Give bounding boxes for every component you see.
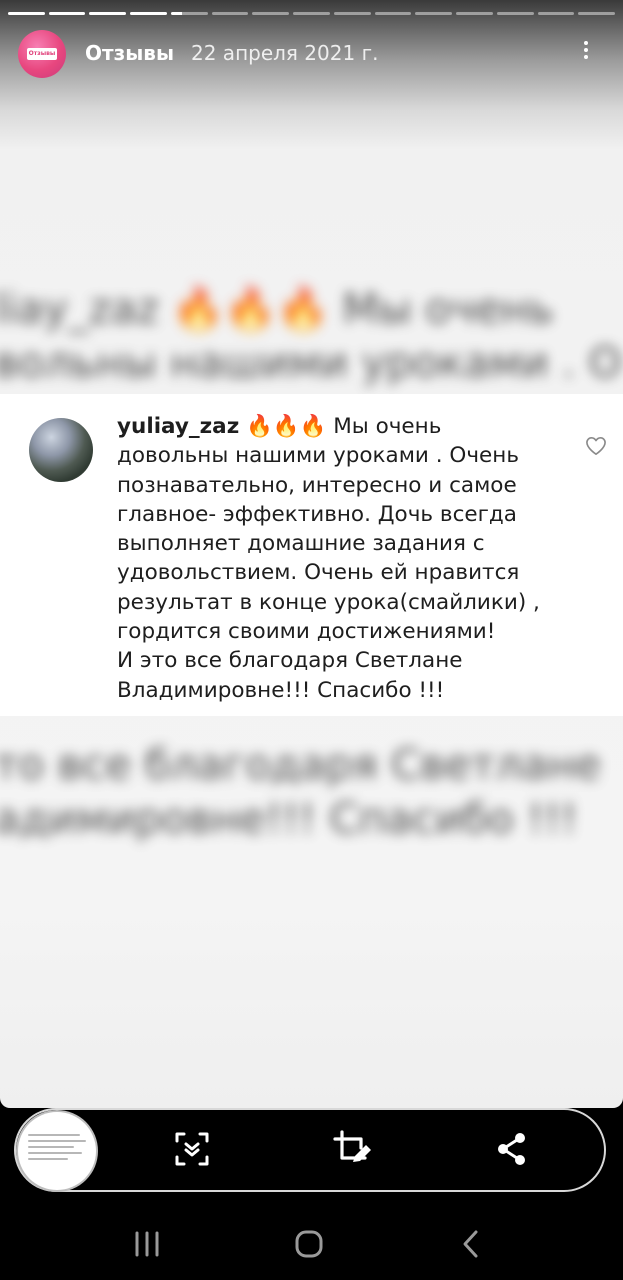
comment-line: удовольствием. Очень ей нравится bbox=[117, 560, 520, 586]
comment-text: yuliay_zaz 🔥🔥🔥 Мы очень довольны нашими … bbox=[117, 412, 567, 705]
blurred-background-text: liay_zaz 🔥🔥🔥 Мы очень вольны нашими урок… bbox=[0, 282, 622, 390]
home-icon[interactable] bbox=[287, 1222, 331, 1266]
progress-segment bbox=[211, 12, 249, 15]
blurred-line: вольны нашими уроками . О bbox=[0, 338, 622, 387]
progress-segment bbox=[415, 12, 453, 15]
comment-line: довольны нашими уроками . Очень bbox=[117, 443, 519, 469]
progress-segment bbox=[89, 12, 127, 15]
progress-segment bbox=[374, 12, 412, 15]
comment-card: yuliay_zaz 🔥🔥🔥 Мы очень довольны нашими … bbox=[0, 394, 623, 716]
comment-line: гордится своими достижениями! bbox=[117, 619, 496, 645]
story-progress-bar bbox=[8, 12, 616, 16]
progress-segment bbox=[170, 12, 208, 15]
progress-segment bbox=[293, 12, 330, 15]
avatar-tag-label: Отзывы bbox=[27, 48, 57, 60]
more-options-icon[interactable] bbox=[581, 38, 591, 68]
comment-line: Владимировне!!! Спасибо !!! bbox=[117, 677, 445, 703]
comment-username: yuliay_zaz bbox=[117, 414, 240, 439]
progress-segment bbox=[333, 12, 371, 15]
progress-segment bbox=[456, 12, 493, 15]
comment-line: главное- эффективно. Дочь всегда bbox=[117, 501, 517, 527]
blurred-line: liay_zaz 🔥🔥🔥 Мы очень bbox=[0, 284, 554, 333]
share-icon[interactable] bbox=[491, 1128, 533, 1170]
story-header: Отзывы Отзывы 22 апреля 2021 г. bbox=[18, 30, 608, 78]
back-icon[interactable] bbox=[449, 1222, 493, 1266]
story-title[interactable]: Отзывы bbox=[85, 41, 174, 65]
blurred-line: адимировне!!! Спасибо !!! bbox=[0, 794, 578, 843]
crop-edit-icon[interactable] bbox=[331, 1128, 373, 1170]
progress-segment bbox=[252, 12, 290, 15]
comment-first-line: yuliay_zaz 🔥🔥🔥 Мы очень bbox=[117, 412, 567, 441]
screenshot-thumbnail[interactable] bbox=[18, 1112, 96, 1190]
comment-line: выполняет домашние задания с bbox=[117, 531, 485, 557]
blurred-background-text-bottom: то все благодаря Светлане адимировне!!! … bbox=[0, 738, 617, 846]
comment-line: И это все благодаря Светлане bbox=[117, 648, 463, 674]
comment-first-line-rest: 🔥🔥🔥 Мы очень bbox=[246, 414, 442, 439]
comment-line: результат в конце урока(смайлики) , bbox=[117, 589, 540, 615]
story-viewer[interactable]: Отзывы Отзывы 22 апреля 2021 г. liay_zaz… bbox=[0, 0, 623, 1108]
progress-segment bbox=[8, 12, 45, 15]
blurred-line: то все благодаря Светлане bbox=[0, 740, 602, 789]
scroll-capture-icon[interactable] bbox=[171, 1128, 213, 1170]
progress-segment bbox=[496, 12, 534, 15]
progress-segment bbox=[48, 12, 86, 15]
comment-line: познавательно, интересно и самое bbox=[117, 472, 517, 498]
commenter-avatar bbox=[29, 418, 93, 482]
progress-segment bbox=[130, 12, 167, 15]
progress-segment bbox=[537, 12, 575, 15]
story-date: 22 апреля 2021 г. bbox=[191, 41, 379, 65]
heart-icon[interactable] bbox=[585, 436, 607, 456]
story-avatar[interactable]: Отзывы bbox=[18, 30, 66, 78]
progress-segment bbox=[578, 12, 616, 15]
recents-icon[interactable] bbox=[125, 1222, 169, 1266]
